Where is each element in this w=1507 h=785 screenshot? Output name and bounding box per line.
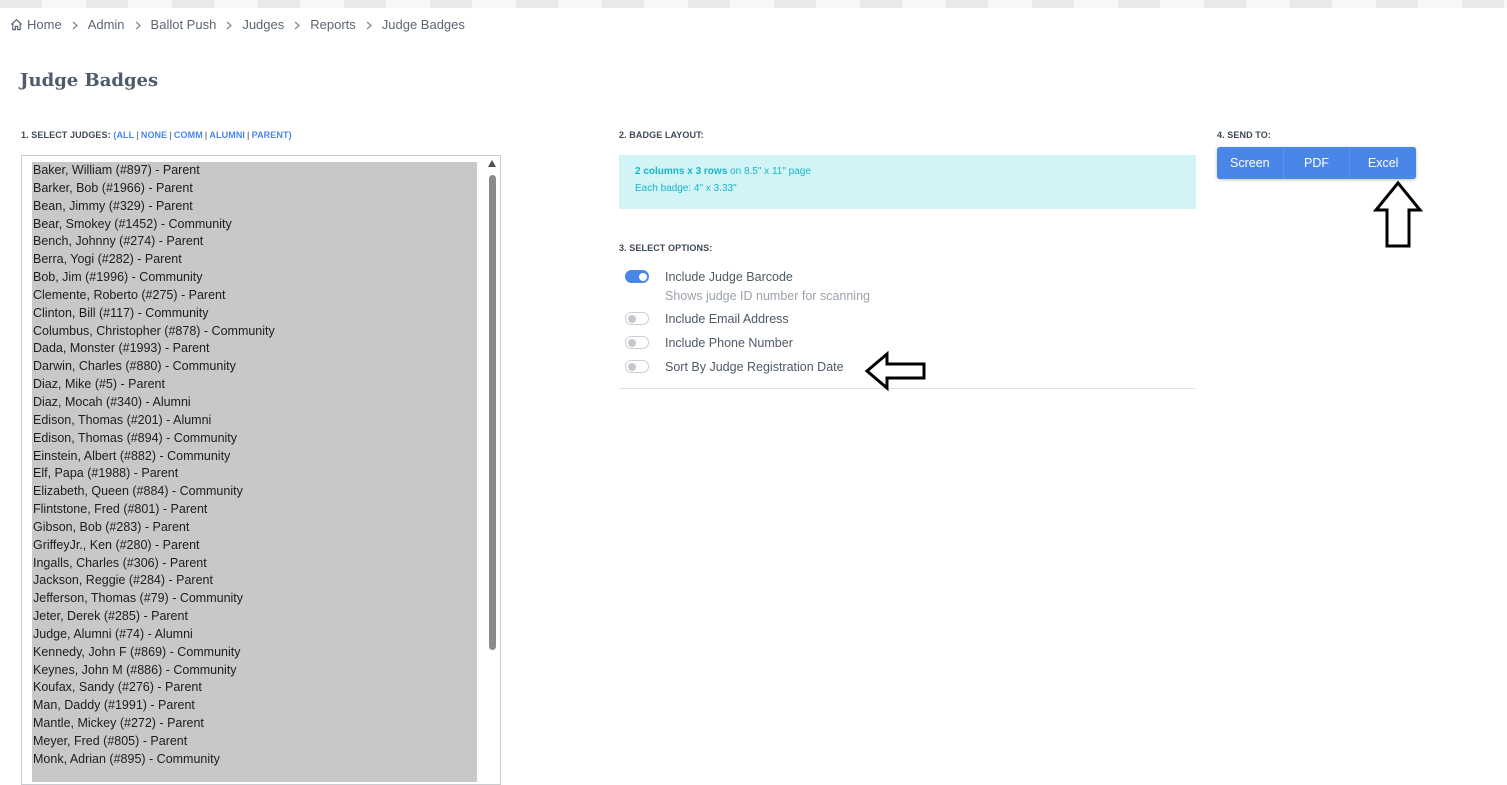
screen-button[interactable]: Screen <box>1217 147 1284 179</box>
breadcrumb: Home Admin Ballot Push Judges Reports Ju… <box>10 15 465 33</box>
judge-list[interactable]: Baker, William (#897) - Parent Barker, Bo… <box>32 162 477 782</box>
badge-size: Each badge: 4" x 3.33" <box>635 183 737 194</box>
filter-comm-link[interactable]: COMM <box>174 130 203 140</box>
judge-option[interactable]: Gibson, Bob (#283) - Parent <box>32 519 477 537</box>
filter-all-link[interactable]: ALL <box>116 130 134 140</box>
judge-option[interactable]: Koufax, Sandy (#276) - Parent <box>32 679 477 697</box>
judge-option[interactable]: Bob, Jim (#1996) - Community <box>32 269 477 287</box>
judge-option[interactable]: Ingalls, Charles (#306) - Parent <box>32 555 477 573</box>
phone-toggle[interactable] <box>625 336 649 349</box>
judge-option[interactable]: Dada, Monster (#1993) - Parent <box>32 340 477 358</box>
option-label: Include Judge Barcode <box>665 270 793 284</box>
judge-option[interactable]: Monk, Adrian (#895) - Community <box>32 751 477 769</box>
judge-option[interactable]: Judge, Alumni (#74) - Alumni <box>32 626 477 644</box>
option-label: Include Email Address <box>665 312 789 326</box>
judge-option[interactable]: Diaz, Mocah (#340) - Alumni <box>32 394 477 412</box>
badge-layout-page: on 8.5" x 11" page <box>727 166 811 177</box>
chevron-right-icon <box>216 17 242 32</box>
option-label: Sort By Judge Registration Date <box>665 360 844 374</box>
judge-option[interactable]: Edison, Thomas (#894) - Community <box>32 430 477 448</box>
toggle-knob <box>628 362 636 371</box>
toggle-knob <box>639 272 647 281</box>
pdf-button[interactable]: PDF <box>1283 147 1351 179</box>
barcode-toggle[interactable] <box>625 270 649 283</box>
judge-option[interactable]: Flintstone, Fred (#801) - Parent <box>32 501 477 519</box>
toggle-knob <box>628 314 636 323</box>
send-to-label: 4. SEND TO: <box>1217 130 1271 140</box>
breadcrumb-judge-badges: Judge Badges <box>381 16 465 32</box>
arrow-up-icon <box>1372 180 1424 248</box>
select-judges-label: 1. SELECT JUDGES: (ALL | NONE | COMM | ALUMNI |… <box>21 130 292 140</box>
option-sort-registration-date[interactable]: Sort By Judge Registration Date <box>625 359 844 375</box>
breadcrumb-reports[interactable]: Reports <box>310 17 356 32</box>
judge-multiselect[interactable]: Baker, William (#897) - Parent Barker, Bo… <box>21 155 501 785</box>
filter-none-link[interactable]: NONE <box>141 130 167 140</box>
judge-option[interactable]: Jackson, Reggie (#284) - Parent <box>32 572 477 590</box>
badge-layout-dimensions: 2 columns x 3 rows on 8.5" x 11" page <box>635 166 1180 177</box>
judge-option[interactable]: Darwin, Charles (#880) - Community <box>32 358 477 376</box>
judge-filter-links: (ALL | NONE | COMM | ALUMNI | PARENT) <box>113 130 292 140</box>
select-options-label: 3. SELECT OPTIONS: <box>619 243 713 253</box>
breadcrumb-label: Home <box>27 16 62 32</box>
page-title: Judge Badges <box>20 70 159 91</box>
badge-layout-info: 2 columns x 3 rows on 8.5" x 11" page Ea… <box>619 155 1196 209</box>
option-include-email[interactable]: Include Email Address <box>625 311 789 327</box>
home-icon <box>10 18 23 30</box>
judge-option[interactable]: Diaz, Mike (#5) - Parent <box>32 376 477 394</box>
judge-option[interactable]: GriffeyJr., Ken (#280) - Parent <box>32 537 477 555</box>
scrollbar-thumb[interactable] <box>489 175 496 650</box>
judge-option[interactable]: Einstein, Albert (#882) - Community <box>32 448 477 466</box>
option-description: Shows judge ID number for scanning <box>665 289 870 303</box>
judge-option[interactable]: Columbus, Christopher (#878) - Community <box>32 323 477 341</box>
judge-option[interactable]: Man, Daddy (#1991) - Parent <box>32 697 477 715</box>
judge-option[interactable]: Barker, Bob (#1966) - Parent <box>32 180 477 198</box>
chevron-right-icon <box>356 17 382 32</box>
judge-option[interactable]: Elizabeth, Queen (#884) - Community <box>32 483 477 501</box>
judge-option[interactable]: Jefferson, Thomas (#79) - Community <box>32 590 477 608</box>
arrow-left-icon <box>864 350 926 392</box>
filter-alumni-link[interactable]: ALUMNI <box>209 130 245 140</box>
judge-option[interactable]: Edison, Thomas (#201) - Alumni <box>32 412 477 430</box>
judge-option[interactable]: Bear, Smokey (#1452) - Community <box>32 216 477 234</box>
judge-option[interactable]: Meyer, Fred (#805) - Parent <box>32 733 477 751</box>
toggle-knob <box>628 338 636 347</box>
breadcrumb-ballot-push[interactable]: Ballot Push <box>151 17 217 32</box>
send-to-button-group: Screen PDF Excel <box>1217 147 1416 179</box>
chevron-right-icon <box>284 17 310 32</box>
filter-parent-link[interactable]: PARENT <box>252 130 289 140</box>
judge-option[interactable]: Kennedy, John F (#869) - Community <box>32 644 477 662</box>
breadcrumb-judges[interactable]: Judges <box>242 17 284 32</box>
judge-option[interactable]: Berra, Yogi (#282) - Parent <box>32 251 477 269</box>
judge-option[interactable]: Elf, Papa (#1988) - Parent <box>32 465 477 483</box>
top-decorative-strip <box>0 0 1507 8</box>
sort-date-toggle[interactable] <box>625 360 649 373</box>
judge-option[interactable]: Bean, Jimmy (#329) - Parent <box>32 198 477 216</box>
email-toggle[interactable] <box>625 312 649 325</box>
judge-option[interactable]: Clinton, Bill (#117) - Community <box>32 305 477 323</box>
chevron-right-icon <box>62 17 88 32</box>
judge-option[interactable]: Keynes, John M (#886) - Community <box>32 662 477 680</box>
badge-layout-grid: 2 columns x 3 rows <box>635 166 728 177</box>
judge-option[interactable]: Mantle, Mickey (#272) - Parent <box>32 715 477 733</box>
badge-layout-label: 2. BADGE LAYOUT: <box>619 130 704 140</box>
option-include-barcode[interactable]: Include Judge Barcode Shows judge ID num… <box>625 269 870 304</box>
judge-option[interactable]: Clemente, Roberto (#275) - Parent <box>32 287 477 305</box>
select-judges-title: 1. SELECT JUDGES: <box>21 130 111 140</box>
judge-option[interactable]: Jeter, Derek (#285) - Parent <box>32 608 477 626</box>
judge-option[interactable]: Bench, Johnny (#274) - Parent <box>32 233 477 251</box>
scroll-up-arrow-icon[interactable] <box>488 160 496 167</box>
chevron-right-icon <box>125 17 151 32</box>
judge-list-scrollbar[interactable] <box>488 160 497 780</box>
breadcrumb-home[interactable]: Home <box>10 17 62 32</box>
option-label: Include Phone Number <box>665 336 793 350</box>
option-include-phone[interactable]: Include Phone Number <box>625 335 793 351</box>
excel-button[interactable]: Excel <box>1350 147 1416 179</box>
breadcrumb-admin[interactable]: Admin <box>88 17 125 32</box>
judge-option[interactable]: Baker, William (#897) - Parent <box>32 162 477 180</box>
